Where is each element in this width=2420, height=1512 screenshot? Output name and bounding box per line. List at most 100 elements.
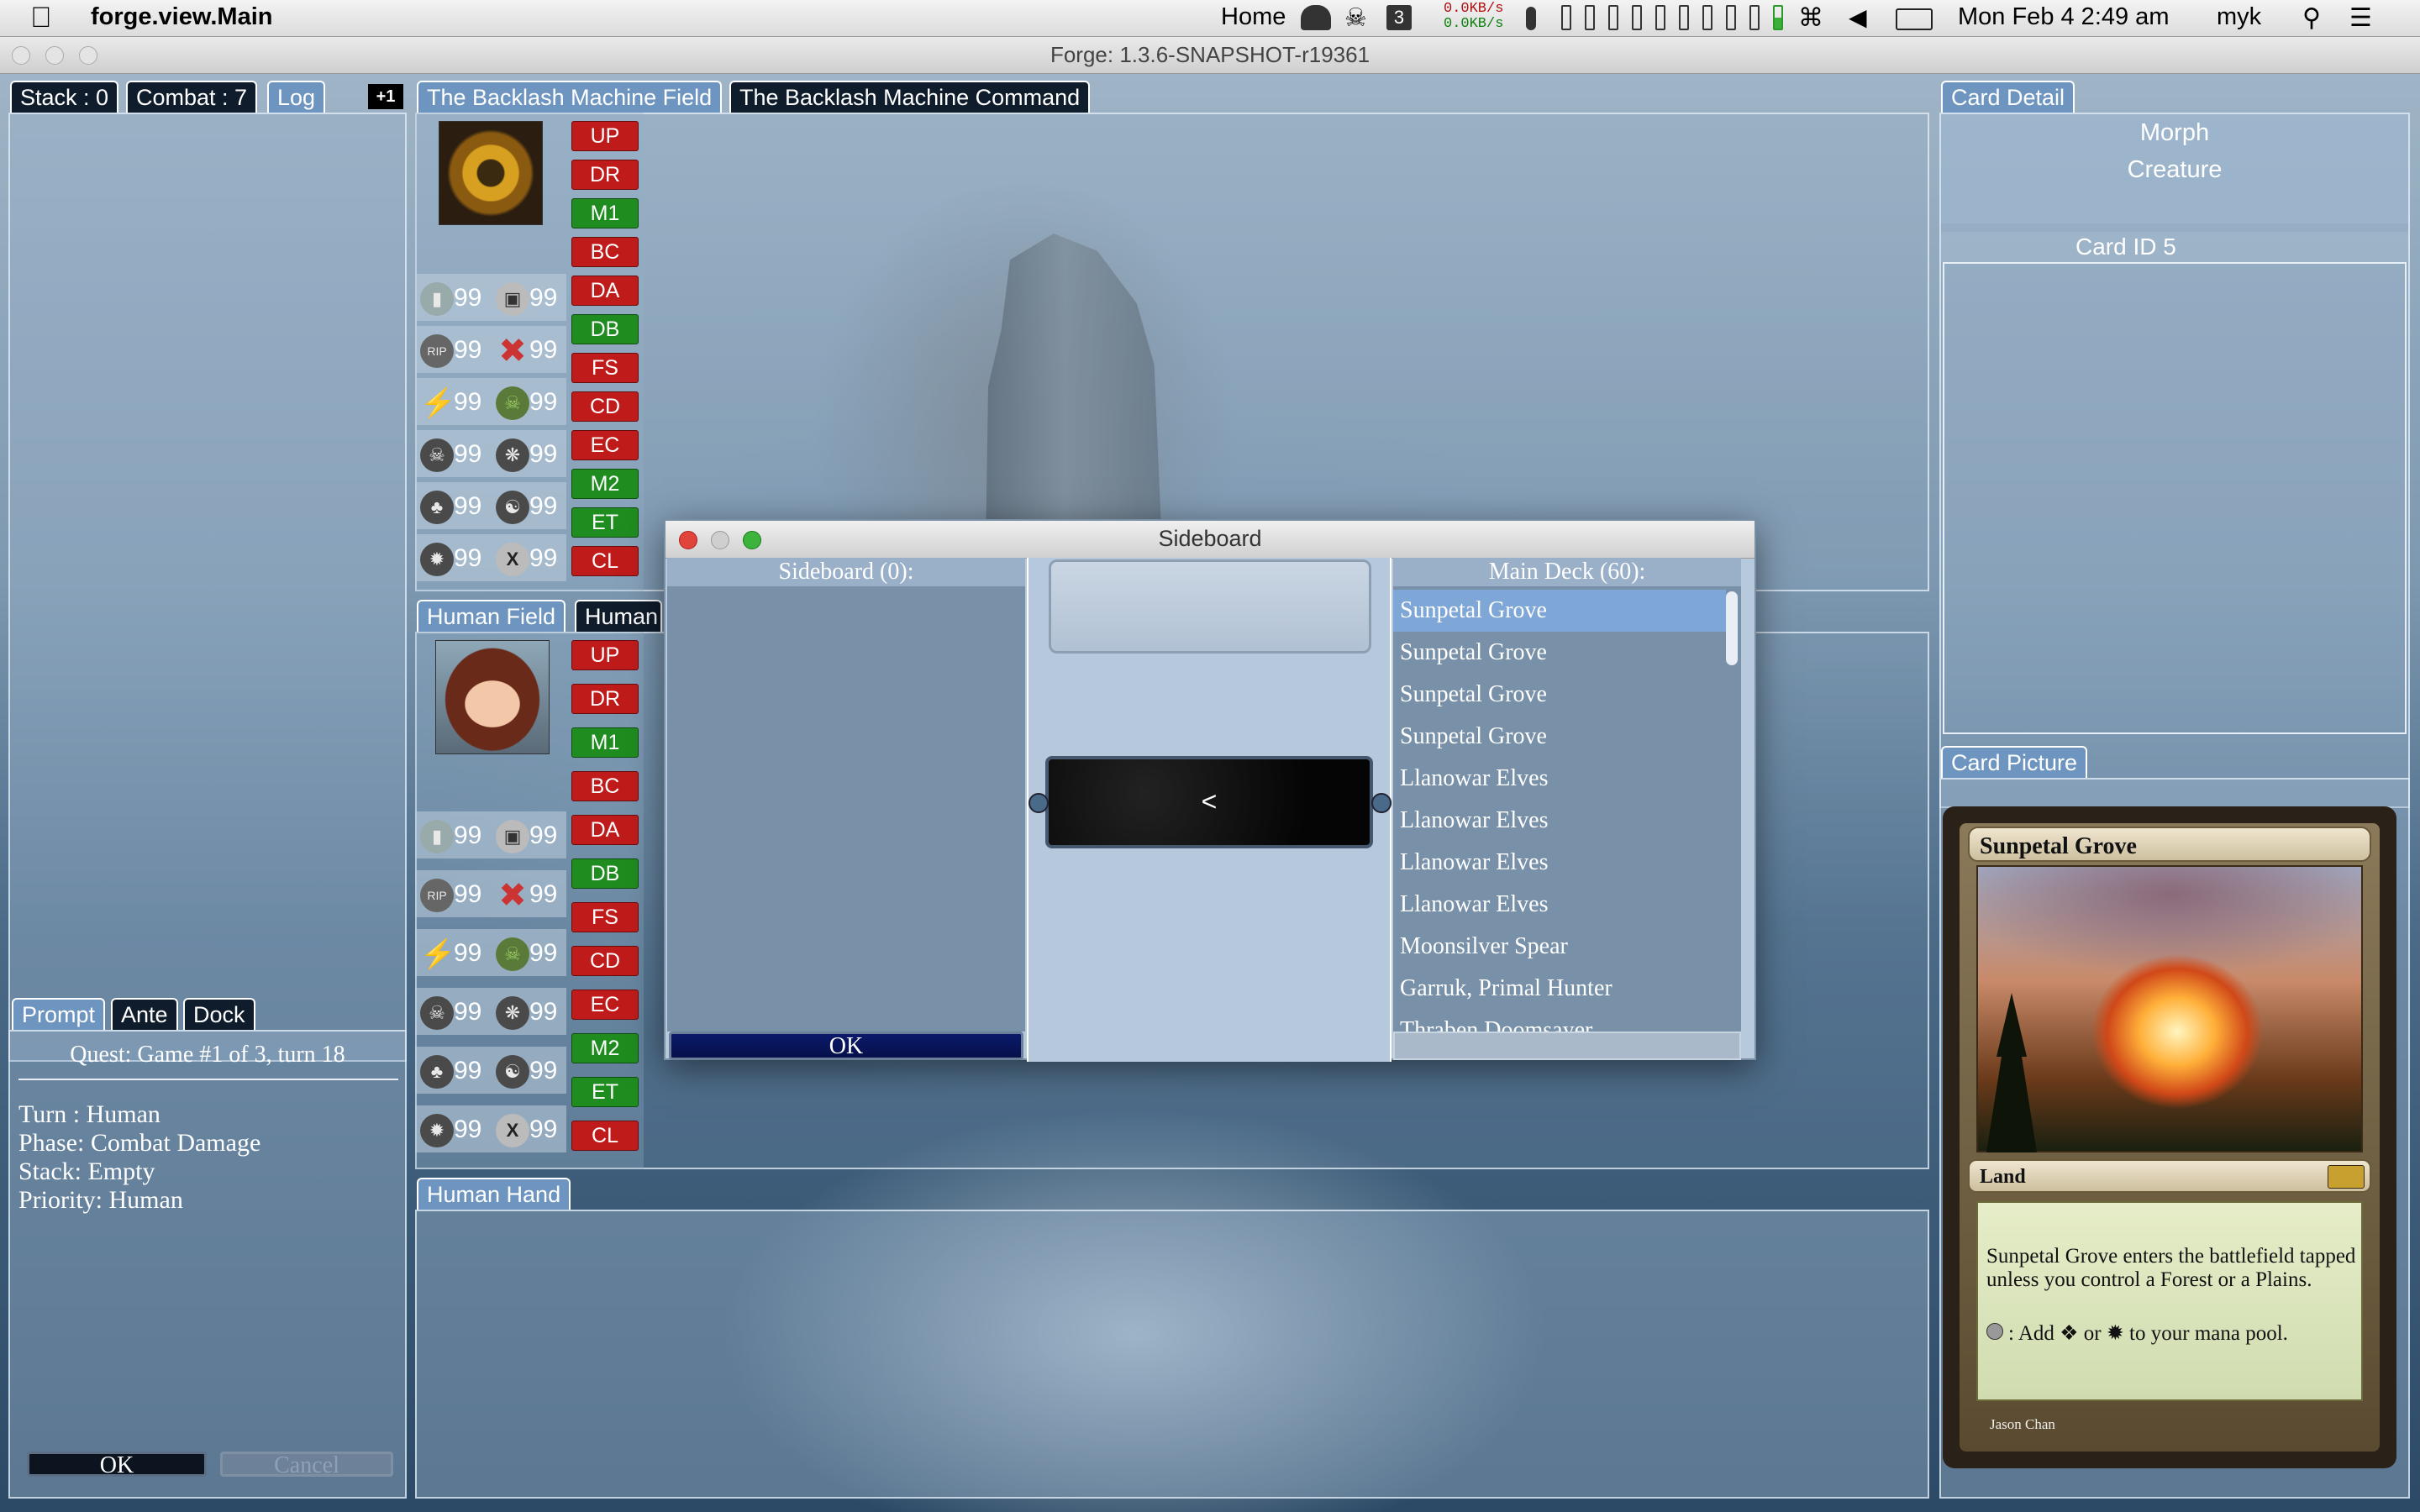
home-menu[interactable]: Home: [1221, 3, 1286, 31]
ai-green-mana-icon[interactable]: ♣: [420, 491, 454, 524]
ai-phase-bc[interactable]: BC: [571, 237, 639, 267]
ai-red-mana-icon[interactable]: ☯: [496, 491, 529, 524]
cpu-meter-8[interactable]: [1726, 5, 1736, 30]
human-colorless-mana-icon[interactable]: X: [496, 1114, 529, 1147]
tab-ai-command[interactable]: The Backlash Machine Command: [729, 81, 1091, 113]
ai-phase-cl[interactable]: CL: [571, 546, 639, 576]
network-meter[interactable]: 0.0KB/s 0.0KB/s: [1444, 2, 1503, 32]
list-item[interactable]: Llanowar Elves: [1393, 800, 1726, 842]
dialog-zoom-button[interactable]: [743, 531, 761, 549]
human-phase-db[interactable]: DB: [571, 858, 639, 889]
tab-human-command[interactable]: Human: [575, 600, 662, 632]
ai-exile-icon[interactable]: ✖: [496, 334, 529, 368]
ai-phase-da[interactable]: DA: [571, 276, 639, 306]
list-item[interactable]: Sunpetal Grove: [1393, 632, 1726, 674]
human-hand-icon[interactable]: ▮: [420, 820, 454, 853]
human-graveyard-icon[interactable]: RIP: [420, 879, 454, 912]
human-phase-m2[interactable]: M2: [571, 1033, 639, 1063]
log-panel[interactable]: [8, 113, 407, 1062]
list-item[interactable]: Thraben Doomsayer: [1393, 1010, 1726, 1032]
log-expand-button[interactable]: +1: [368, 84, 403, 109]
memory-meter[interactable]: [1773, 5, 1783, 30]
ai-avatar[interactable]: [439, 121, 543, 225]
list-item[interactable]: Llanowar Elves: [1393, 758, 1726, 800]
cpu-meter-2[interactable]: [1585, 5, 1595, 30]
badge-count[interactable]: 3: [1386, 5, 1412, 30]
tab-ai-field[interactable]: The Backlash Machine Field: [417, 81, 723, 113]
ai-phase-cd[interactable]: CD: [571, 391, 639, 422]
prompt-ok-button[interactable]: OK: [27, 1452, 207, 1478]
human-red-mana-icon[interactable]: ☯: [496, 1055, 529, 1089]
ai-black-mana-icon[interactable]: ☠: [420, 438, 454, 472]
tab-card-picture[interactable]: Card Picture: [1941, 746, 2088, 778]
volume-icon[interactable]: ◀: [1849, 3, 1867, 31]
cpu-meter-1[interactable]: [1561, 5, 1571, 30]
tab-ante[interactable]: Ante: [111, 998, 178, 1030]
ai-hand-icon[interactable]: ▮: [420, 282, 454, 316]
ai-library-icon[interactable]: ▣: [496, 282, 529, 316]
move-left-button[interactable]: <: [1045, 756, 1373, 848]
ai-flashback-icon[interactable]: ⚡: [420, 386, 455, 420]
ai-poison-icon[interactable]: ☠: [496, 386, 529, 420]
list-item[interactable]: Sunpetal Grove: [1393, 716, 1726, 758]
tab-prompt[interactable]: Prompt: [12, 998, 106, 1030]
list-item[interactable]: Sunpetal Grove: [1393, 674, 1726, 716]
ai-phase-m2[interactable]: M2: [571, 469, 639, 499]
cpu-meter-3[interactable]: [1608, 5, 1618, 30]
cpu-meter-5[interactable]: [1655, 5, 1665, 30]
ai-white-mana-icon[interactable]: ✹: [420, 543, 454, 576]
ai-phase-dr[interactable]: DR: [571, 160, 639, 190]
human-phase-ec[interactable]: EC: [571, 990, 639, 1020]
list-item[interactable]: Garruk, Primal Hunter: [1393, 968, 1726, 1010]
ai-graveyard-icon[interactable]: RIP: [420, 334, 454, 368]
tab-combat[interactable]: Combat : 7: [126, 81, 258, 113]
dialog-minimize-button[interactable]: [711, 531, 729, 549]
human-phase-et[interactable]: ET: [571, 1077, 639, 1107]
battery-icon[interactable]: [1896, 8, 1933, 30]
human-green-mana-icon[interactable]: ♣: [420, 1055, 454, 1089]
main-deck-list[interactable]: Sunpetal Grove Sunpetal Grove Sunpetal G…: [1393, 586, 1741, 1032]
cpu-meter-7[interactable]: [1702, 5, 1712, 30]
ai-blue-mana-icon[interactable]: ❋: [496, 438, 529, 472]
dialog-close-button[interactable]: [679, 531, 697, 549]
spotlight-search-icon[interactable]: ⚲: [2302, 3, 2321, 33]
user-menu[interactable]: myk: [2217, 3, 2261, 31]
dialog-ok-button[interactable]: OK: [669, 1032, 1023, 1060]
ai-phase-up[interactable]: UP: [571, 121, 639, 151]
human-phase-up[interactable]: UP: [571, 640, 639, 670]
human-phase-bc[interactable]: BC: [571, 771, 639, 801]
cpu-meter-6[interactable]: [1679, 5, 1689, 30]
tombstone-icon[interactable]: [1301, 5, 1331, 30]
sideboard-list[interactable]: [667, 586, 1025, 1032]
ai-phase-ec[interactable]: EC: [571, 430, 639, 460]
app-name-menu[interactable]: forge.view.Main: [91, 3, 272, 31]
list-item[interactable]: Moonsilver Spear: [1393, 926, 1726, 968]
human-phase-dr[interactable]: DR: [571, 684, 639, 714]
monitor-icon[interactable]: [1526, 7, 1536, 30]
apple-icon[interactable]: : [30, 2, 52, 34]
tab-card-detail[interactable]: Card Detail: [1941, 81, 2075, 113]
tab-human-hand[interactable]: Human Hand: [417, 1178, 571, 1210]
human-hand-area[interactable]: [415, 1210, 1929, 1499]
wifi-icon[interactable]: ⌘: [1798, 3, 1823, 33]
tab-human-field[interactable]: Human Field: [417, 600, 566, 632]
human-flashback-icon[interactable]: ⚡: [420, 937, 455, 971]
human-white-mana-icon[interactable]: ✹: [420, 1114, 454, 1147]
ai-colorless-mana-icon[interactable]: X: [496, 543, 529, 576]
list-item[interactable]: Llanowar Elves: [1393, 884, 1726, 926]
ai-phase-fs[interactable]: FS: [571, 353, 639, 383]
ai-phase-db[interactable]: DB: [571, 314, 639, 344]
human-blue-mana-icon[interactable]: ❋: [496, 996, 529, 1030]
human-avatar[interactable]: [435, 640, 550, 754]
cpu-meter-9[interactable]: [1749, 5, 1760, 30]
tab-dock[interactable]: Dock: [183, 998, 255, 1030]
human-phase-da[interactable]: DA: [571, 815, 639, 845]
human-exile-icon[interactable]: ✖: [496, 879, 529, 912]
cpu-meter-4[interactable]: [1632, 5, 1642, 30]
prompt-cancel-button[interactable]: Cancel: [220, 1452, 393, 1478]
human-phase-cd[interactable]: CD: [571, 946, 639, 976]
skull-status-icon[interactable]: ☠: [1344, 3, 1367, 33]
list-item[interactable]: Sunpetal Grove: [1393, 590, 1726, 632]
human-library-icon[interactable]: ▣: [496, 820, 529, 853]
human-poison-icon[interactable]: ☠: [496, 937, 529, 971]
